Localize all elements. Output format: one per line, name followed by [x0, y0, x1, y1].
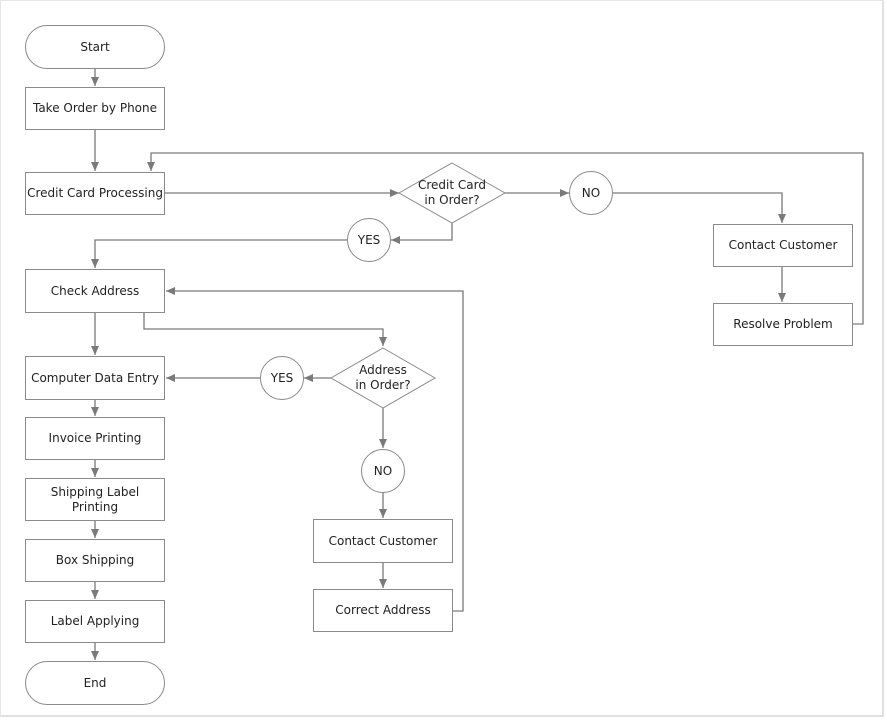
node-label: Correct Address — [335, 603, 431, 617]
node-label: Start — [80, 39, 110, 54]
node-label: in Order? — [355, 378, 411, 392]
node-label: Box Shipping — [55, 553, 135, 567]
process-take-order[interactable]: Take Order by Phone — [25, 87, 165, 130]
edge-correct-check — [166, 287, 464, 612]
decision-address[interactable]: Address in Order? — [331, 348, 435, 408]
node-label: YES — [270, 370, 294, 385]
process-check-address[interactable]: Check Address — [25, 269, 165, 313]
edge-check-addr-decision — [143, 313, 387, 346]
connector-cc-no[interactable]: NO — [569, 171, 613, 215]
decision-credit-card[interactable]: Credit Card in Order? — [399, 163, 505, 223]
process-correct-address[interactable]: Correct Address — [313, 589, 453, 632]
node-label: Credit Card Processing — [27, 186, 163, 200]
node-label: Contact Customer — [328, 533, 438, 548]
process-computer-data-entry[interactable]: Computer Data Entry — [25, 356, 165, 400]
process-resolve-problem[interactable]: Resolve Problem — [713, 303, 853, 346]
node-label: YES — [357, 232, 381, 247]
node-label: Credit Card — [418, 178, 486, 192]
process-label-applying[interactable]: Label Applying — [25, 600, 165, 643]
node-label: Take Order by Phone — [32, 101, 158, 115]
terminal-end[interactable]: End — [25, 661, 165, 705]
connector-cc-yes[interactable]: YES — [347, 218, 391, 262]
node-label: Contact Customer — [728, 238, 838, 252]
node-label: Label Applying — [50, 614, 140, 628]
node-label: Check Address — [50, 283, 140, 298]
edge-decision-yes — [391, 223, 453, 244]
node-label: Shipping Label Printing — [50, 484, 140, 514]
process-credit-card[interactable]: Credit Card Processing — [25, 172, 165, 215]
node-label: NO — [373, 463, 393, 478]
process-box-shipping[interactable]: Box Shipping — [25, 539, 165, 582]
process-contact-customer-1[interactable]: Contact Customer — [713, 224, 853, 267]
node-label: Resolve Problem — [733, 317, 833, 331]
node-label: Invoice Printing — [48, 431, 142, 445]
edge-no-contact1 — [613, 192, 786, 223]
node-label: Computer Data Entry — [31, 370, 159, 385]
node-label: in Order? — [424, 193, 480, 207]
node-label: End — [83, 675, 107, 690]
process-invoice-printing[interactable]: Invoice Printing — [25, 417, 165, 460]
node-label: Address — [359, 363, 407, 377]
process-contact-customer-2[interactable]: Contact Customer — [313, 519, 453, 563]
edge-yes-check — [91, 239, 347, 268]
connector-addr-yes[interactable]: YES — [260, 356, 304, 400]
process-shipping-label-printing[interactable]: Shipping Label Printing — [25, 478, 165, 521]
terminal-start[interactable]: Start — [25, 25, 165, 69]
node-label: NO — [581, 185, 601, 200]
connector-addr-no[interactable]: NO — [361, 449, 405, 493]
